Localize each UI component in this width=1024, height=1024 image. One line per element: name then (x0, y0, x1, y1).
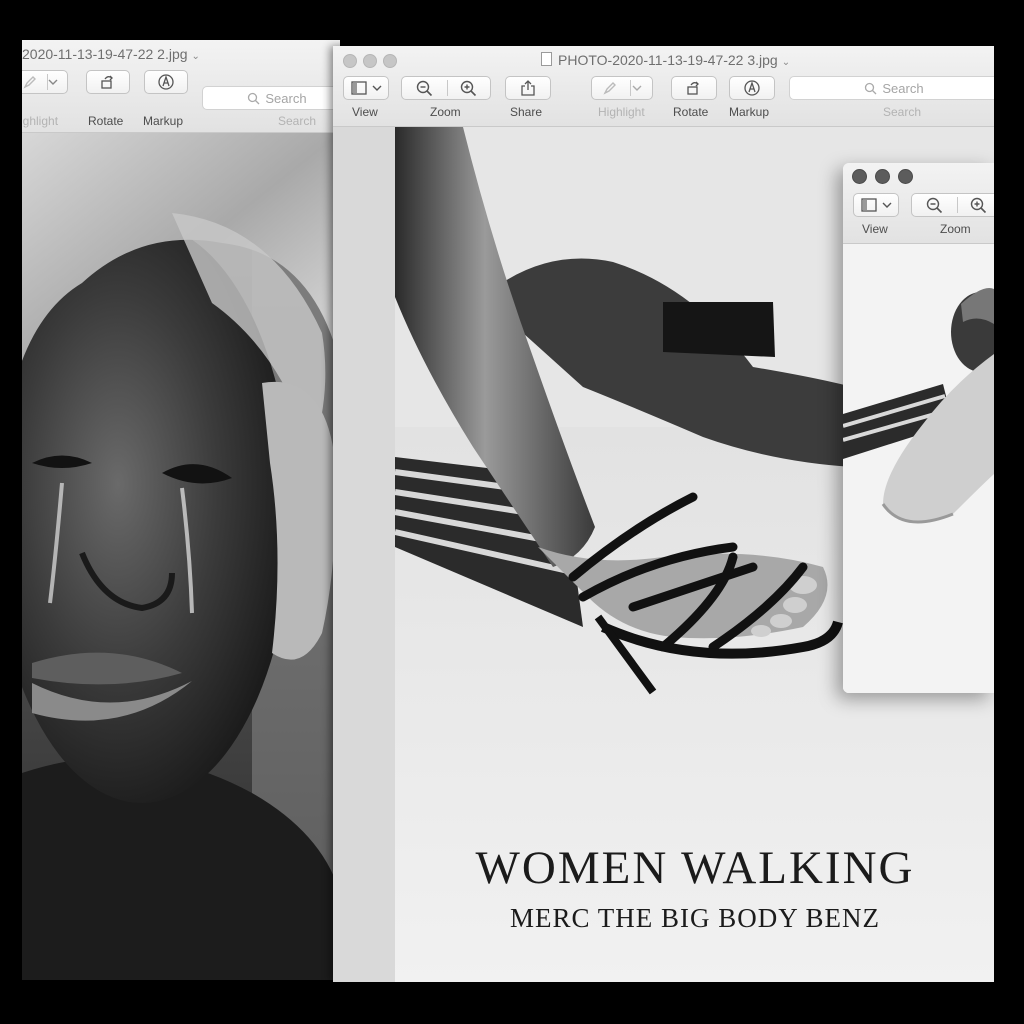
view-label-small: View (862, 222, 888, 236)
zoom-in-button-small[interactable] (956, 197, 994, 214)
sidebar-icon (860, 198, 877, 212)
cover-subtitle: MERC THE BIG BODY BENZ (509, 903, 880, 933)
markup-label-main: Markup (729, 105, 770, 119)
zoom-segmented-control (401, 76, 491, 100)
zoom-out-button[interactable] (402, 80, 446, 97)
portrait-photo (22, 133, 340, 980)
zoom-out-icon (416, 80, 432, 96)
toolbar-main: PHOTO-2020-11-13-19-47-22 3.jpg ⌄ View Z… (333, 46, 994, 127)
toolbar-small: View Zoom (843, 163, 994, 244)
rotate-button[interactable] (86, 70, 130, 94)
chevron-down-icon (48, 79, 58, 85)
highlight-button[interactable] (22, 70, 68, 94)
markup-button[interactable] (144, 70, 188, 94)
zoom-in-icon (970, 197, 986, 213)
rotate-label-main: Rotate (673, 105, 709, 119)
view-label: View (352, 105, 378, 119)
markup-label: Markup (143, 114, 184, 128)
highlight-label: ighlight (22, 114, 59, 128)
zoom-window-button-small[interactable] (898, 169, 913, 184)
highlight-label-main: Highlight (598, 105, 645, 119)
magnifier-icon (865, 82, 877, 94)
rotate-icon (101, 75, 113, 89)
sidebar-icon (350, 81, 367, 95)
search-field-main[interactable]: Search (789, 76, 994, 100)
rotate-label: Rotate (88, 114, 124, 128)
toolbar-back: 2020-11-13-19-47-22 2.jpg ⌄ ighlight Rota… (22, 40, 340, 133)
markup-icon (744, 80, 760, 96)
zoom-label: Zoom (430, 105, 461, 119)
close-button-small[interactable] (852, 169, 867, 184)
magnifier-icon (248, 92, 260, 104)
highlight-button-main[interactable] (591, 76, 653, 100)
zoom-label-small: Zoom (940, 222, 971, 236)
reclining-photo (843, 244, 994, 693)
window-title-main[interactable]: PHOTO-2020-11-13-19-47-22 3.jpg ⌄ (541, 52, 790, 68)
view-button[interactable] (343, 76, 389, 100)
search-field-back[interactable]: Search (202, 86, 340, 110)
search-label-back: Search (278, 114, 317, 128)
preview-window-small: View Zoom (843, 163, 994, 693)
document-icon (541, 52, 552, 66)
minimize-button[interactable] (363, 54, 377, 68)
pen-icon (603, 82, 616, 95)
zoom-in-button[interactable] (446, 80, 490, 97)
chevron-down-icon (632, 85, 642, 91)
zoom-out-icon (926, 197, 942, 213)
rotate-icon (687, 81, 699, 95)
rotate-button-main[interactable] (671, 76, 717, 100)
minimize-button-small[interactable] (875, 169, 890, 184)
zoom-out-button-small[interactable] (912, 197, 956, 214)
markup-button-main[interactable] (729, 76, 775, 100)
zoom-window-button[interactable] (383, 54, 397, 68)
zoom-segmented-control-small (911, 193, 994, 217)
view-button-small[interactable] (853, 193, 899, 217)
zoom-in-icon (460, 80, 476, 96)
chevron-down-icon (372, 85, 381, 91)
preview-window-back: 2020-11-13-19-47-22 2.jpg ⌄ ighlight Rota… (22, 40, 340, 980)
share-icon (521, 80, 535, 96)
share-label: Share (510, 105, 543, 119)
close-button[interactable] (343, 54, 357, 68)
markup-icon (158, 74, 174, 90)
chevron-down-icon (882, 202, 891, 208)
cover-title: WOMEN WALKING (475, 842, 915, 894)
window-title-back[interactable]: 2020-11-13-19-47-22 2.jpg ⌄ (22, 46, 200, 62)
search-label-main: Search (883, 105, 922, 119)
share-button[interactable] (505, 76, 551, 100)
pen-icon (23, 76, 36, 89)
